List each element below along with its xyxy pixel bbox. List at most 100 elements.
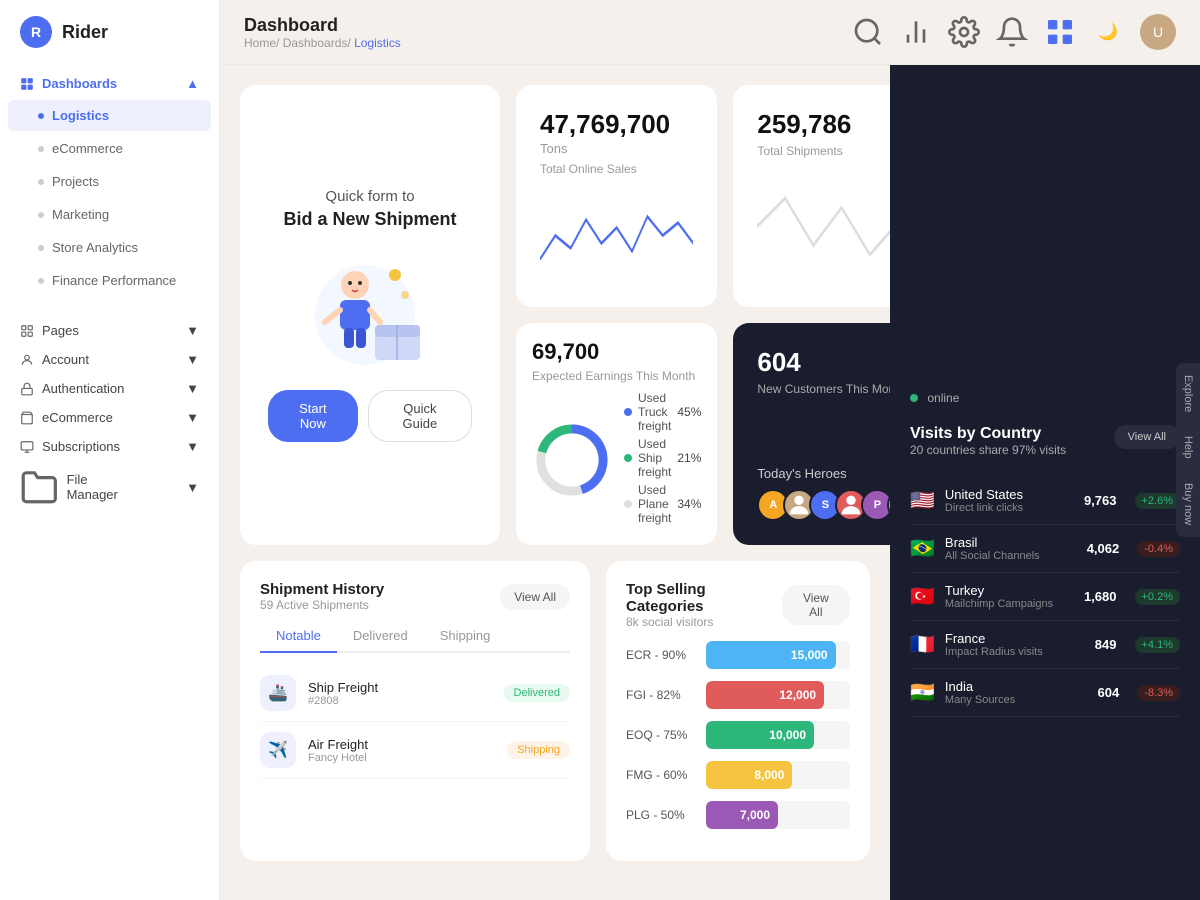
file-manager-label: File Manager [67,472,118,502]
country-info-fr: France Impact Radius visits [945,631,1085,658]
bar-plg: PLG - 50% 7,000 [626,801,850,829]
change-br: -0.4% [1137,541,1180,557]
side-tabs: Explore Help Buy now [1176,363,1200,537]
sidebar-item-ecommerce[interactable]: eCommerce [8,133,211,164]
pages-group[interactable]: Pages ▼ [0,313,219,342]
shipment-title: Shipment History [260,581,384,598]
header-left: Dashboard Home/ Dashboards/ Logistics [244,15,401,50]
customers-value: 604 [757,347,890,378]
flag-in: 🇮🇳 [910,680,935,705]
ship-id-2: Fancy Hotel [308,752,495,764]
country-tr: 🇹🇷 Turkey Mailchimp Campaigns 1,680 +0.2… [910,573,1180,621]
right-panel-inner: online Visits by Country 20 countries sh… [890,65,1200,900]
country-in: 🇮🇳 India Many Sources 604 -8.3% [910,669,1180,717]
change-fr: +4.1% [1135,637,1181,653]
air-icon: ✈️ [260,732,296,768]
shipment-tabs: Notable Delivered Shipping [260,620,570,653]
right-panel: online Visits by Country 20 countries sh… [890,65,1200,900]
bar-fill-eoq: 10,000 [706,721,814,749]
country-info-br: Brasil All Social Channels [945,535,1077,562]
dashboards-section[interactable]: Dashboards ▲ [0,68,219,99]
categories-bars: ECR - 90% 15,000 FGI - 82% 12,000 [626,641,850,829]
country-view-all-button[interactable]: View All [1114,425,1180,449]
user-avatar[interactable]: U [1140,14,1176,50]
country-subtitle: 20 countries share 97% visits [910,443,1066,457]
hero-title: Quick form to [325,188,414,205]
file-manager-group[interactable]: File Manager ▼ [0,458,219,511]
notification-icon[interactable] [996,16,1028,48]
search-icon[interactable] [852,16,884,48]
bar-fill-plg: 7,000 [706,801,778,829]
visits-by-country: Visits by Country 20 countries share 97%… [910,425,1180,717]
quick-guide-button[interactable]: Quick Guide [368,390,472,442]
todays-heroes-label: Today's Heroes [757,466,890,481]
main-area: Dashboard Home/ Dashboards/ Logistics [220,0,1200,900]
ship-legend: Used Ship freight 21% [624,437,701,479]
chart-icon[interactable] [900,16,932,48]
bottom-row: Shipment History 59 Active Shipments Vie… [240,561,870,861]
countries-list: 🇺🇸 United States Direct link clicks 9,76… [910,477,1180,717]
main-content: Quick form to Bid a New Shipment [220,65,890,900]
buy-now-tab[interactable]: Buy now [1176,471,1200,537]
subscriptions-group[interactable]: Subscriptions ▼ [0,429,219,458]
theme-icon[interactable]: 🌙 [1092,16,1124,48]
account-label: Account [42,352,89,367]
bar-fill-ecr: 15,000 [706,641,836,669]
sidebar-item-marketing[interactable]: Marketing [8,199,211,230]
app-logo[interactable]: R Rider [0,16,219,68]
ship-icon: 🚢 [260,675,296,711]
tab-delivered[interactable]: Delivered [337,620,424,653]
change-us: +2.6% [1135,493,1181,509]
country-br: 🇧🇷 Brasil All Social Channels 4,062 -0.4… [910,525,1180,573]
flag-fr: 🇫🇷 [910,632,935,657]
hero-buttons: Start Now Quick Guide [268,390,472,442]
bar-ecr: ECR - 90% 15,000 [626,641,850,669]
sidebar-item-store-analytics[interactable]: Store Analytics [8,232,211,263]
tab-notable[interactable]: Notable [260,620,337,653]
shipments-value: 259,786 [757,109,890,140]
grid-icon[interactable] [1044,16,1076,48]
settings-icon[interactable] [948,16,980,48]
total-shipments-card: 259,786 Total Shipments [733,85,890,307]
sidebar-item-projects[interactable]: Projects [8,166,211,197]
sidebar-item-logistics[interactable]: Logistics [8,100,211,131]
total-sales-label: Total Online Sales [540,162,693,176]
explore-tab[interactable]: Explore [1176,363,1200,424]
hero-subtitle: Bid a New Shipment [283,209,456,230]
authentication-group[interactable]: Authentication ▼ [0,371,219,400]
sidebar-item-finance[interactable]: Finance Performance [8,265,211,296]
country-info-tr: Turkey Mailchimp Campaigns [945,583,1074,610]
shipments-label: Total Shipments [757,144,890,158]
tab-shipping[interactable]: Shipping [424,620,507,653]
shipment-header: Shipment History 59 Active Shipments Vie… [260,581,570,612]
customers-label: New Customers This Month [757,382,890,396]
authentication-label: Authentication [42,381,124,396]
logo-icon: R [20,16,52,48]
shipments-mini-chart [757,170,890,283]
flag-tr: 🇹🇷 [910,584,935,609]
categories-header: Top Selling Categories 8k social visitor… [626,581,850,629]
sales-mini-chart [540,188,693,283]
start-now-button[interactable]: Start Now [268,390,358,442]
help-tab[interactable]: Help [1176,424,1200,471]
flag-br: 🇧🇷 [910,536,935,561]
ecommerce-group[interactable]: eCommerce ▼ [0,400,219,429]
hero-card: Quick form to Bid a New Shipment [240,85,500,545]
ship-status-1: Delivered [504,684,570,702]
earnings-value: 69,700 [532,339,701,365]
change-in: -8.3% [1137,685,1180,701]
page-title: Dashboard [244,15,401,36]
account-group[interactable]: Account ▼ [0,342,219,371]
change-tr: +0.2% [1135,589,1181,605]
categories-view-all-button[interactable]: View All [782,585,850,625]
hero-illustration [290,250,450,370]
subscriptions-label: Subscriptions [42,439,120,454]
ship-name-2: Air Freight [308,737,495,752]
app-name: Rider [62,22,108,43]
country-info-us: United States Direct link clicks [945,487,1074,514]
hero-avatar-5: P [861,489,890,521]
truck-legend: Used Truck freight 45% [624,391,701,433]
shipment-view-all-button[interactable]: View All [500,584,570,610]
sidebar: R Rider Dashboards ▲ Logistics eCommerce… [0,0,220,900]
ecommerce-group-label: eCommerce [42,410,113,425]
